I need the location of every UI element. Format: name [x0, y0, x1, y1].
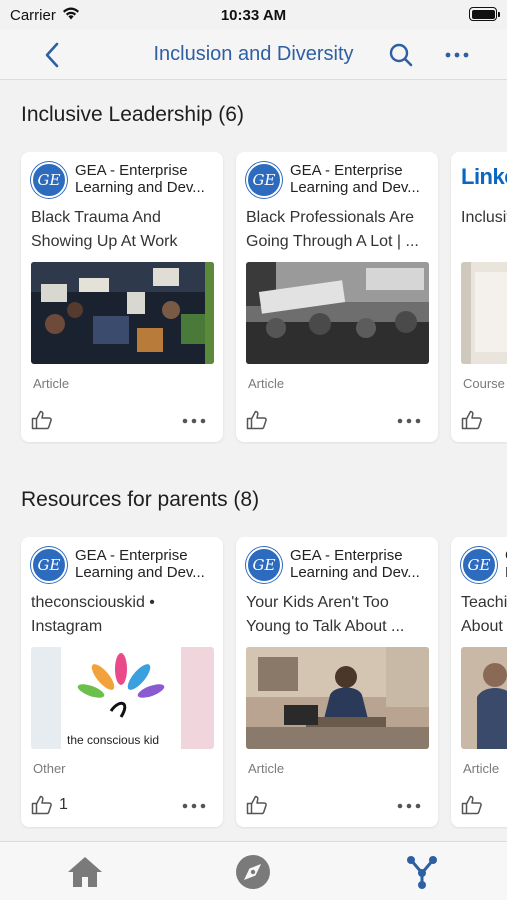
card-title[interactable]: Black Trauma And Showing Up At Work — [31, 206, 217, 254]
thumbs-up-icon — [461, 410, 482, 430]
card-title[interactable]: Black Professionals Are Going Through A … — [246, 206, 432, 254]
like-button[interactable] — [246, 410, 274, 430]
like-button[interactable] — [31, 410, 59, 430]
card-type-label: Article — [33, 376, 70, 391]
card-source: GEA - Enterprise Learning and Dev... — [75, 162, 205, 196]
content-card[interactable]: GE GEA - Enterprise Learning and Dev... … — [21, 152, 223, 442]
ellipsis-icon — [397, 418, 421, 424]
linkedin-logo: Linke — [461, 164, 507, 189]
thumbnail-caption: the conscious kid — [67, 733, 160, 747]
card-title[interactable]: Your Kids Aren't Too Young to Talk About… — [246, 591, 432, 639]
navigation-bar: Inclusion and Diversity — [0, 30, 507, 80]
more-button[interactable] — [440, 38, 474, 72]
content-card[interactable]: Linke Inclusiv Course — [451, 152, 507, 442]
like-button[interactable] — [246, 795, 274, 815]
card-source: GEA - Enterprise Learning and Dev... — [290, 162, 420, 196]
search-button[interactable] — [384, 38, 418, 72]
carrier-label: Carrier — [10, 6, 56, 24]
search-icon — [389, 43, 413, 67]
page-title: Inclusion and Diversity — [153, 43, 354, 65]
card-thumbnail — [461, 262, 507, 364]
section-title: Inclusive Leadership (6) — [21, 103, 244, 126]
card-type-label: Article — [248, 761, 285, 776]
ge-logo-icon: GE — [31, 547, 67, 583]
card-thumbnail — [246, 262, 429, 364]
compass-icon — [236, 855, 270, 889]
card-more-button[interactable] — [394, 412, 424, 430]
card-more-button[interactable] — [179, 797, 209, 815]
card-thumbnail — [31, 262, 214, 364]
battery-icon — [469, 7, 500, 21]
tab-bar — [0, 841, 507, 900]
thumbs-up-icon — [246, 410, 267, 430]
content-card[interactable]: GE G L Teachi About Article — [451, 537, 507, 827]
ge-logo-icon: GE — [246, 162, 282, 198]
section-title: Resources for parents (8) — [21, 488, 260, 511]
content-card[interactable]: GE GEA - Enterprise Learning and Dev... … — [21, 537, 223, 827]
card-thumbnail — [461, 647, 507, 749]
like-count: 1 — [59, 796, 68, 813]
thumbs-up-icon — [461, 795, 482, 815]
card-thumbnail: the conscious kid — [31, 647, 214, 749]
back-button[interactable] — [34, 38, 70, 72]
card-title[interactable]: theconsciouskid • Instagram — [31, 591, 217, 639]
card-type-label: Article — [248, 376, 285, 391]
content-card[interactable]: GE GEA - Enterprise Learning and Dev... … — [236, 152, 438, 442]
card-title[interactable]: Inclusiv — [461, 206, 507, 230]
card-source: GEA - Enterprise Learning and Dev... — [290, 547, 420, 581]
like-button[interactable] — [461, 795, 483, 815]
ellipsis-icon — [182, 418, 206, 424]
network-icon — [407, 856, 437, 889]
ellipsis-icon — [182, 803, 206, 809]
content-card[interactable]: GE GEA - Enterprise Learning and Dev... … — [236, 537, 438, 827]
ellipsis-icon — [445, 52, 469, 58]
card-thumbnail — [246, 647, 429, 749]
card-source: GEA - Enterprise Learning and Dev... — [75, 547, 205, 581]
card-more-button[interactable] — [179, 412, 209, 430]
chevron-left-icon — [45, 42, 59, 68]
ge-logo-icon: GE — [31, 162, 67, 198]
home-icon — [68, 857, 102, 887]
carousel-inclusive-leadership[interactable]: GE GEA - Enterprise Learning and Dev... … — [0, 152, 507, 444]
thumbs-up-icon — [31, 410, 52, 430]
like-button[interactable]: 1 — [31, 795, 68, 815]
card-type-label: Other — [33, 761, 66, 776]
card-more-button[interactable] — [394, 797, 424, 815]
status-bar: Carrier 10:33 AM — [0, 0, 507, 30]
carousel-resources-for-parents[interactable]: GE GEA - Enterprise Learning and Dev... … — [0, 537, 507, 829]
card-type-label: Article — [463, 761, 500, 776]
tab-network[interactable] — [400, 850, 444, 894]
like-button[interactable] — [461, 410, 483, 430]
wifi-icon — [62, 7, 80, 24]
tab-home[interactable] — [63, 850, 107, 894]
card-title[interactable]: Teachi About — [461, 591, 507, 639]
ellipsis-icon — [397, 803, 421, 809]
thumbs-up-icon — [246, 795, 267, 815]
tab-explore[interactable] — [231, 850, 275, 894]
ge-logo-icon: GE — [246, 547, 282, 583]
card-type-label: Course — [463, 376, 505, 391]
ge-logo-icon: GE — [461, 547, 497, 583]
thumbs-up-icon — [31, 795, 52, 815]
